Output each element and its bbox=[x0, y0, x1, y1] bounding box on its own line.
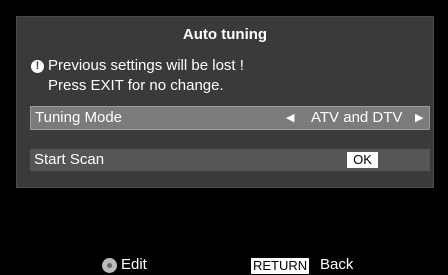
edit-hint-label: Edit bbox=[121, 256, 147, 273]
back-hint-label: Back bbox=[320, 256, 354, 273]
return-key-badge: RETURN bbox=[251, 258, 310, 274]
tuning-mode-row[interactable]: Tuning Mode ◀ ATV and DTV ▶ bbox=[30, 106, 430, 130]
warning-message: Previous settings will be lost ! bbox=[48, 57, 244, 74]
auto-tuning-dialog: Auto tuning ! Previous settings will be … bbox=[16, 16, 434, 188]
warning-icon: ! bbox=[31, 60, 44, 73]
tuning-mode-label: Tuning Mode bbox=[35, 109, 122, 126]
dialog-title: Auto tuning bbox=[182, 26, 268, 43]
start-scan-label: Start Scan bbox=[34, 151, 105, 168]
ok-button[interactable]: OK bbox=[347, 152, 378, 168]
tuning-mode-value: ATV and DTV bbox=[311, 109, 403, 126]
exit-hint: Press EXIT for no change. bbox=[48, 77, 224, 94]
arrow-left-icon[interactable]: ◀ bbox=[286, 107, 294, 129]
arrow-right-icon[interactable]: ▶ bbox=[415, 107, 423, 129]
dpad-icon bbox=[102, 258, 117, 273]
start-scan-row[interactable]: Start Scan OK bbox=[30, 149, 430, 171]
